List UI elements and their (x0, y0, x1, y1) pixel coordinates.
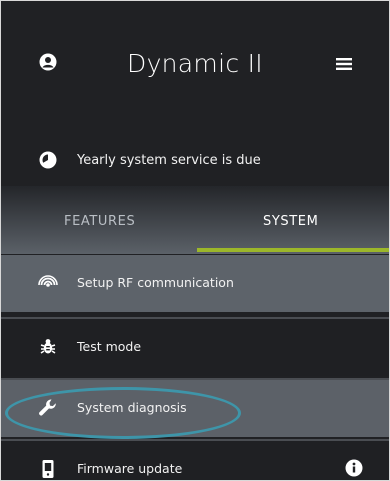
info-icon[interactable] (345, 459, 363, 477)
menu-item-label: Setup RF communication (77, 275, 234, 290)
service-notice-text: Yearly system service is due (77, 153, 261, 168)
app-frame: Dynamic II Yearly system service is due … (0, 0, 390, 481)
tab-system[interactable]: SYSTEM (263, 214, 318, 229)
rf-signal-icon (38, 275, 58, 287)
menu-item-test-mode[interactable]: Test mode (1, 319, 389, 376)
menu-item-setup-rf-communication[interactable]: Setup RF communication (1, 255, 389, 312)
menu-item-label: Test mode (77, 339, 142, 354)
tab-bar: FEATURES SYSTEM (1, 186, 389, 254)
active-tab-indicator (197, 248, 389, 252)
device-icon (42, 460, 54, 478)
app-header: Dynamic II (1, 1, 389, 136)
highlight-annotation-ellipse (5, 387, 241, 439)
service-clock-icon (39, 151, 57, 169)
bug-icon (40, 339, 56, 354)
page-title: Dynamic II (127, 49, 263, 78)
tab-features[interactable]: FEATURES (64, 214, 135, 229)
menu-item-firmware-update[interactable]: Firmware update (1, 441, 389, 480)
hamburger-menu-icon[interactable] (335, 57, 353, 71)
service-notice[interactable]: Yearly system service is due (1, 136, 389, 186)
menu-item-label: Firmware update (77, 461, 183, 476)
